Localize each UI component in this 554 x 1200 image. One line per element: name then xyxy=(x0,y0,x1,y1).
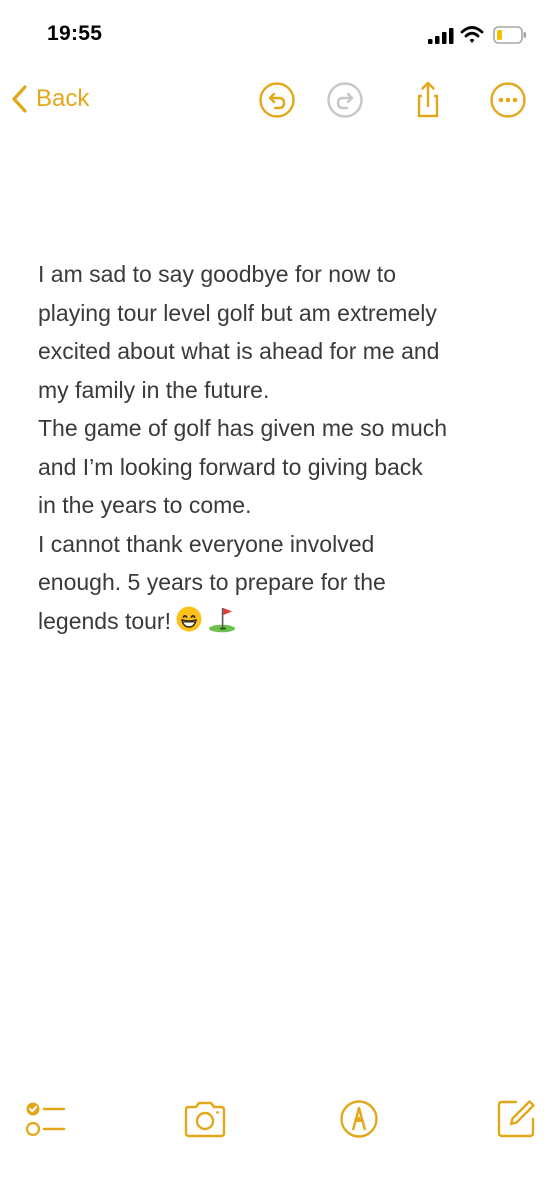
chevron-left-icon xyxy=(12,85,27,113)
note-line: excited about what is ahead for me and xyxy=(38,338,440,364)
markup-pen-icon[interactable] xyxy=(335,1095,383,1143)
camera-icon[interactable] xyxy=(181,1095,229,1143)
battery-icon xyxy=(493,26,526,44)
grinning-face-emoji-icon xyxy=(176,606,202,631)
note-line: in the years to come. xyxy=(38,492,252,518)
redo-icon[interactable] xyxy=(325,80,365,120)
undo-icon[interactable] xyxy=(257,80,297,120)
more-options-icon[interactable] xyxy=(488,80,528,120)
status-bar: 19:55 xyxy=(0,0,554,70)
note-line-last: legends tour! xyxy=(38,602,530,641)
note-line: The game of golf has given me so much xyxy=(38,415,448,441)
status-time: 19:55 xyxy=(47,22,103,45)
navigation-bar: Back xyxy=(0,70,554,130)
note-line: my family in the future. xyxy=(38,376,270,403)
bottom-toolbar xyxy=(0,1095,554,1155)
note-line: I am sad to say goodbye for now to xyxy=(38,261,396,287)
note-line: playing tour level golf but am extremely xyxy=(38,299,437,326)
checklist-icon[interactable] xyxy=(20,1095,68,1143)
back-label: Back xyxy=(36,85,90,112)
note-line-text: legends tour! xyxy=(38,607,171,634)
note-line: and I’m looking forward to giving back xyxy=(38,453,423,480)
cellular-signal-icon xyxy=(428,28,454,44)
wifi-icon xyxy=(460,26,484,43)
back-button[interactable]: Back xyxy=(10,82,89,116)
note-body[interactable]: I am sad to say goodbye for now to playi… xyxy=(38,255,530,640)
note-line: I cannot thank everyone involved xyxy=(38,530,375,557)
share-icon[interactable] xyxy=(408,80,448,120)
golf-flag-emoji-icon xyxy=(208,607,235,632)
compose-icon[interactable] xyxy=(492,1095,540,1143)
note-line: enough. 5 years to prepare for the xyxy=(38,569,386,595)
